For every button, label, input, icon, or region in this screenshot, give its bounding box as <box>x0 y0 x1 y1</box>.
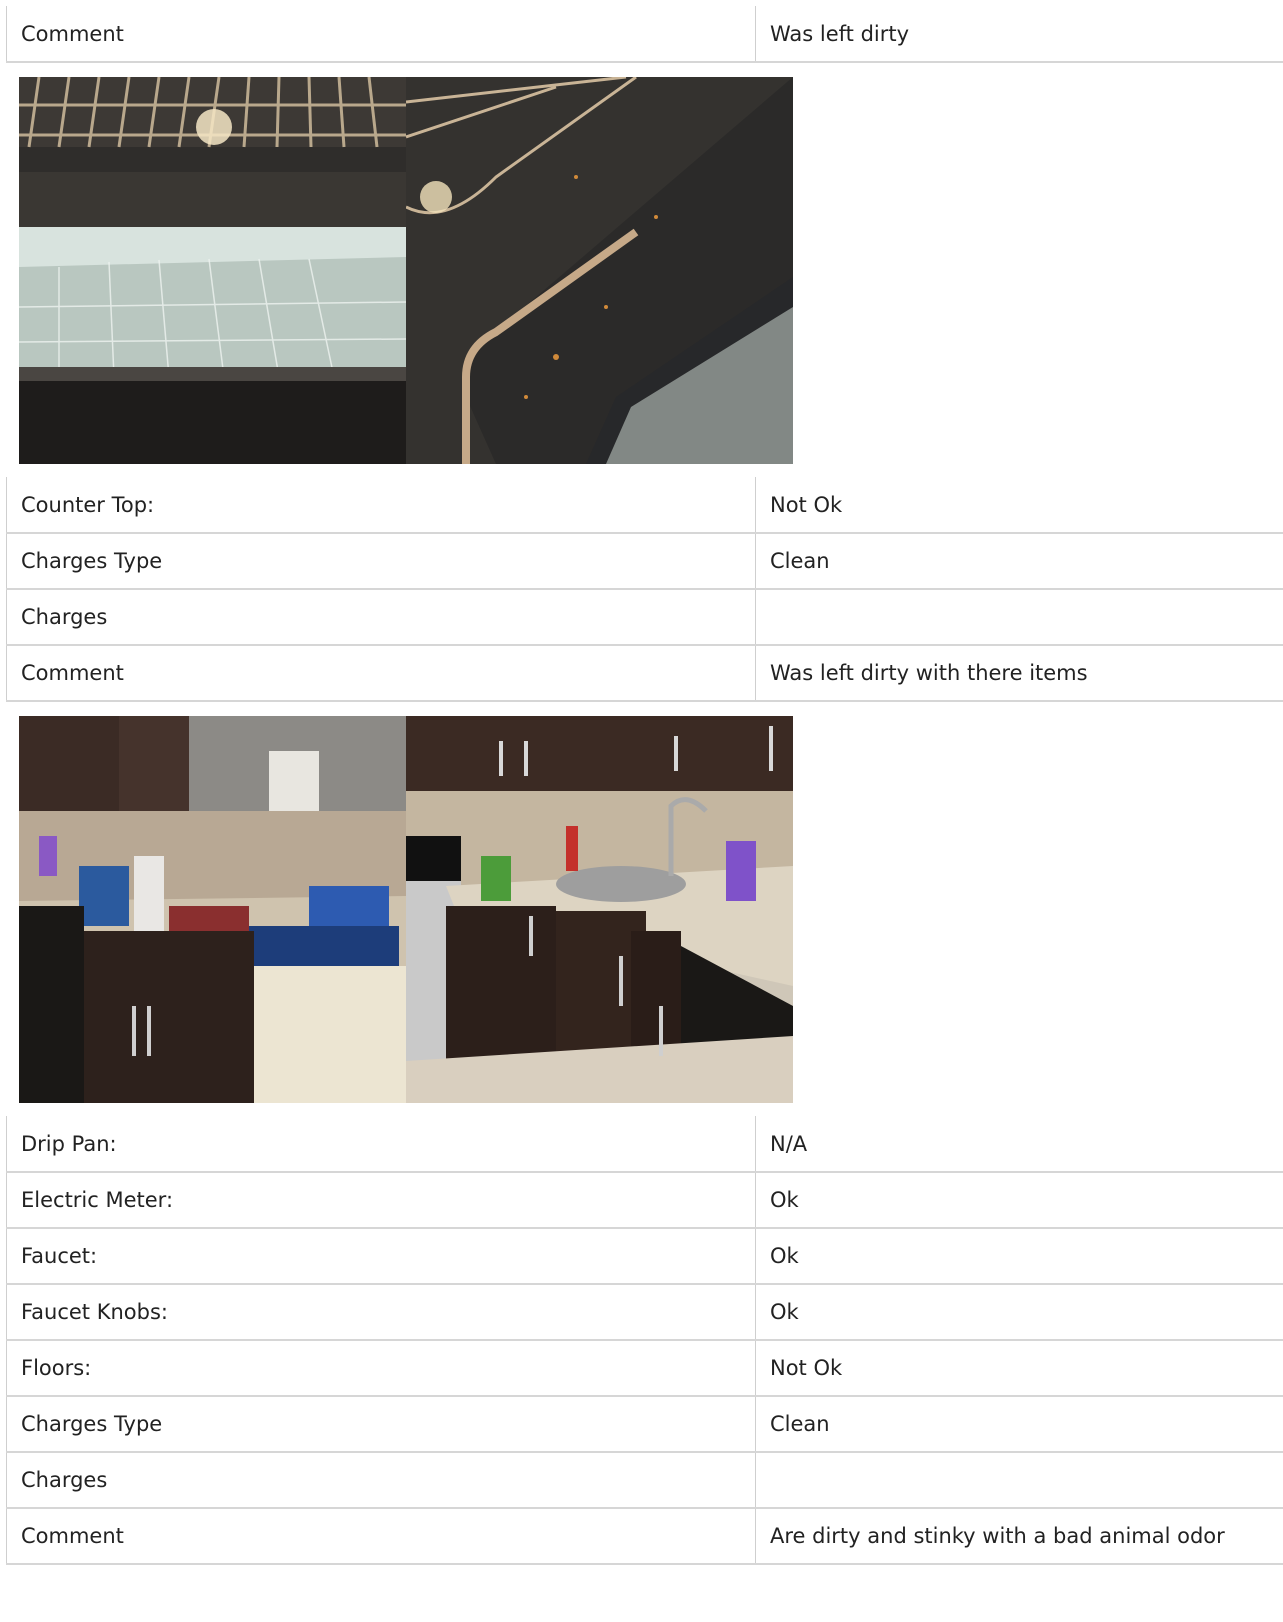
row-value: Was left dirty <box>755 6 1283 63</box>
table-row: Comment Are dirty and stinky with a bad … <box>6 1508 1283 1565</box>
row-label: Charges Type <box>6 1396 756 1453</box>
table-row: Comment Was left dirty <box>6 6 1283 63</box>
row-value <box>755 1452 1283 1509</box>
table-row: Charges Type Clean <box>6 1396 1283 1453</box>
table-row: Faucet Knobs: Ok <box>6 1284 1283 1341</box>
counter-photo-1[interactable] <box>19 716 406 1103</box>
row-value: Not Ok <box>755 1340 1283 1397</box>
row-value: Not Ok <box>755 477 1283 534</box>
row-label: Electric Meter: <box>6 1172 756 1229</box>
table-row: Counter Top: Not Ok <box>6 477 1283 534</box>
oven-photos <box>6 63 1283 477</box>
table-row: Floors: Not Ok <box>6 1340 1283 1397</box>
table-row: Charges <box>6 1452 1283 1509</box>
inspection-report: Comment Was left dirty Counter Top: Not … <box>6 6 1283 1565</box>
row-value: Ok <box>755 1284 1283 1341</box>
row-label: Charges <box>6 589 756 646</box>
row-value: N/A <box>755 1116 1283 1173</box>
table-row: Drip Pan: N/A <box>6 1116 1283 1173</box>
row-label: Drip Pan: <box>6 1116 756 1173</box>
row-label: Floors: <box>6 1340 756 1397</box>
row-label: Faucet Knobs: <box>6 1284 756 1341</box>
row-value: Was left dirty with there items <box>755 645 1283 702</box>
table-row: Charges <box>6 589 1283 646</box>
counter-photo-2[interactable] <box>406 716 793 1103</box>
row-label: Counter Top: <box>6 477 756 534</box>
row-label: Charges Type <box>6 533 756 590</box>
row-label: Faucet: <box>6 1228 756 1285</box>
row-value: Clean <box>755 533 1283 590</box>
row-label: Comment <box>6 6 756 63</box>
table-row: Charges Type Clean <box>6 533 1283 590</box>
row-value: Clean <box>755 1396 1283 1453</box>
kitchen-items-table: Drip Pan: N/A Electric Meter: Ok Faucet:… <box>6 1116 1283 1565</box>
row-label: Charges <box>6 1452 756 1509</box>
oven-photo-1[interactable] <box>19 77 406 464</box>
row-value <box>755 589 1283 646</box>
row-label: Comment <box>6 1508 756 1565</box>
oven-comment-table: Comment Was left dirty <box>6 6 1283 63</box>
row-value: Are dirty and stinky with a bad animal o… <box>755 1508 1283 1565</box>
row-label: Comment <box>6 645 756 702</box>
oven-photo-2[interactable] <box>406 77 793 464</box>
table-row: Electric Meter: Ok <box>6 1172 1283 1229</box>
counter-photos <box>6 702 1283 1116</box>
counter-top-table: Counter Top: Not Ok Charges Type Clean C… <box>6 477 1283 702</box>
row-value: Ok <box>755 1228 1283 1285</box>
table-row: Faucet: Ok <box>6 1228 1283 1285</box>
row-value: Ok <box>755 1172 1283 1229</box>
table-row: Comment Was left dirty with there items <box>6 645 1283 702</box>
